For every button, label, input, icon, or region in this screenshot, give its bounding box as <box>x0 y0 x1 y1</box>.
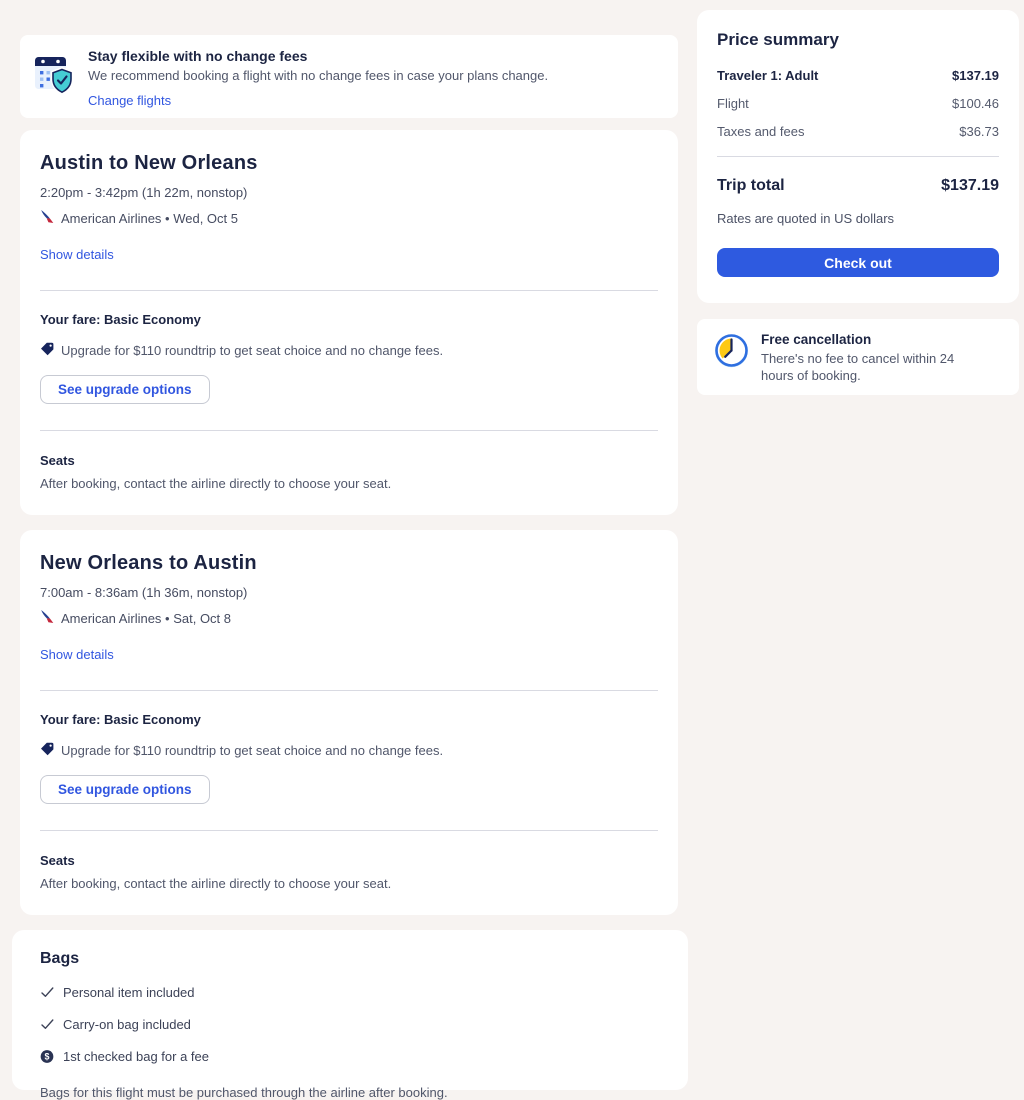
bag-item-personal: Personal item included <box>40 985 660 1000</box>
tag-icon <box>40 742 54 759</box>
fare-label: Your fare: Basic Economy <box>40 312 201 327</box>
bags-card: Bags Personal item included Carry-on bag… <box>12 930 688 1100</box>
banner-text-block: Stay flexible with no change fees We rec… <box>88 48 549 108</box>
free-cancellation-card: Free cancellation There's no fee to canc… <box>697 319 1019 395</box>
upgrade-row: Upgrade for $110 roundtrip to get seat c… <box>40 742 658 759</box>
fare-label: Your fare: Basic Economy <box>40 712 201 727</box>
see-upgrade-options-button[interactable]: See upgrade options <box>40 375 210 404</box>
flight-times: 2:20pm - 3:42pm (1h 22m, nonstop) <box>40 185 248 200</box>
price-row-flight: Flight $100.46 <box>717 96 999 111</box>
check-out-button[interactable]: Check out <box>717 248 999 277</box>
divider <box>40 290 658 291</box>
airline-label: American Airlines • Wed, Oct 5 <box>61 210 238 226</box>
american-airlines-logo-icon <box>40 609 55 627</box>
flight-card-outbound: Austin to New Orleans 2:20pm - 3:42pm (1… <box>20 130 678 515</box>
divider <box>717 156 999 157</box>
price-row-value: $100.46 <box>952 96 999 111</box>
dollar-icon: $ <box>40 1049 54 1064</box>
see-upgrade-options-button[interactable]: See upgrade options <box>40 775 210 804</box>
clock-icon <box>713 332 750 382</box>
upgrade-text: Upgrade for $110 roundtrip to get seat c… <box>61 743 444 758</box>
bags-footer: Bags for this flight must be purchased t… <box>40 1085 448 1100</box>
bag-item-carryon: Carry-on bag included <box>40 1017 660 1032</box>
flight-times: 7:00am - 8:36am (1h 36m, nonstop) <box>40 585 248 600</box>
price-row-traveler: Traveler 1: Adult $137.19 <box>717 68 999 83</box>
seats-title: Seats <box>40 853 75 868</box>
flex-banner: Stay flexible with no change fees We rec… <box>20 35 678 118</box>
flight-title: Austin to New Orleans <box>40 152 258 174</box>
main-column: Stay flexible with no change fees We rec… <box>12 35 688 1100</box>
seats-title: Seats <box>40 453 75 468</box>
bags-title: Bags <box>40 950 80 967</box>
price-summary-card: Price summary Traveler 1: Adult $137.19 … <box>697 10 1019 303</box>
free-cancellation-title: Free cancellation <box>761 332 872 347</box>
seats-body: After booking, contact the airline direc… <box>40 476 392 491</box>
upgrade-row: Upgrade for $110 roundtrip to get seat c… <box>40 342 658 359</box>
bag-item-label: Personal item included <box>63 985 195 1000</box>
american-airlines-logo-icon <box>40 209 55 227</box>
rates-note: Rates are quoted in US dollars <box>717 211 895 226</box>
right-column: Price summary Traveler 1: Adult $137.19 … <box>697 10 1019 395</box>
banner-title: Stay flexible with no change fees <box>88 48 308 64</box>
flight-card-return: New Orleans to Austin 7:00am - 8:36am (1… <box>20 530 678 915</box>
bag-item-label: Carry-on bag included <box>63 1017 191 1032</box>
divider <box>40 830 658 831</box>
seats-body: After booking, contact the airline direc… <box>40 876 392 891</box>
show-details-link[interactable]: Show details <box>40 247 114 262</box>
free-cancellation-body: There's no fee to cancel within 24 hours… <box>761 351 955 383</box>
divider <box>40 430 658 431</box>
price-row-taxes: Taxes and fees $36.73 <box>717 124 999 139</box>
calendar-shield-icon <box>32 50 78 105</box>
trip-total-value: $137.19 <box>941 177 999 194</box>
airline-row: American Airlines • Wed, Oct 5 <box>40 209 658 227</box>
trip-total-label: Trip total <box>717 177 785 194</box>
svg-text:$: $ <box>45 1052 50 1062</box>
check-icon <box>40 1019 54 1030</box>
check-icon <box>40 987 54 998</box>
airline-row: American Airlines • Sat, Oct 8 <box>40 609 658 627</box>
price-row-label: Traveler 1: Adult <box>717 68 819 83</box>
airline-label: American Airlines • Sat, Oct 8 <box>61 610 232 626</box>
bag-item-label: 1st checked bag for a fee <box>63 1049 209 1064</box>
price-row-value: $137.19 <box>952 68 999 83</box>
flight-title: New Orleans to Austin <box>40 552 257 574</box>
price-row-value: $36.73 <box>959 124 999 139</box>
trip-total-row: Trip total $137.19 <box>717 177 999 195</box>
change-flights-link[interactable]: Change flights <box>88 93 171 108</box>
cancel-text-block: Free cancellation There's no fee to canc… <box>761 332 976 383</box>
price-row-label: Taxes and fees <box>717 124 805 139</box>
bag-item-checked: $ 1st checked bag for a fee <box>40 1049 660 1064</box>
tag-icon <box>40 342 54 359</box>
price-row-label: Flight <box>717 96 749 111</box>
price-summary-title: Price summary <box>717 30 839 49</box>
upgrade-text: Upgrade for $110 roundtrip to get seat c… <box>61 343 444 358</box>
banner-body: We recommend booking a flight with no ch… <box>88 68 549 83</box>
divider <box>40 690 658 691</box>
show-details-link[interactable]: Show details <box>40 647 114 662</box>
